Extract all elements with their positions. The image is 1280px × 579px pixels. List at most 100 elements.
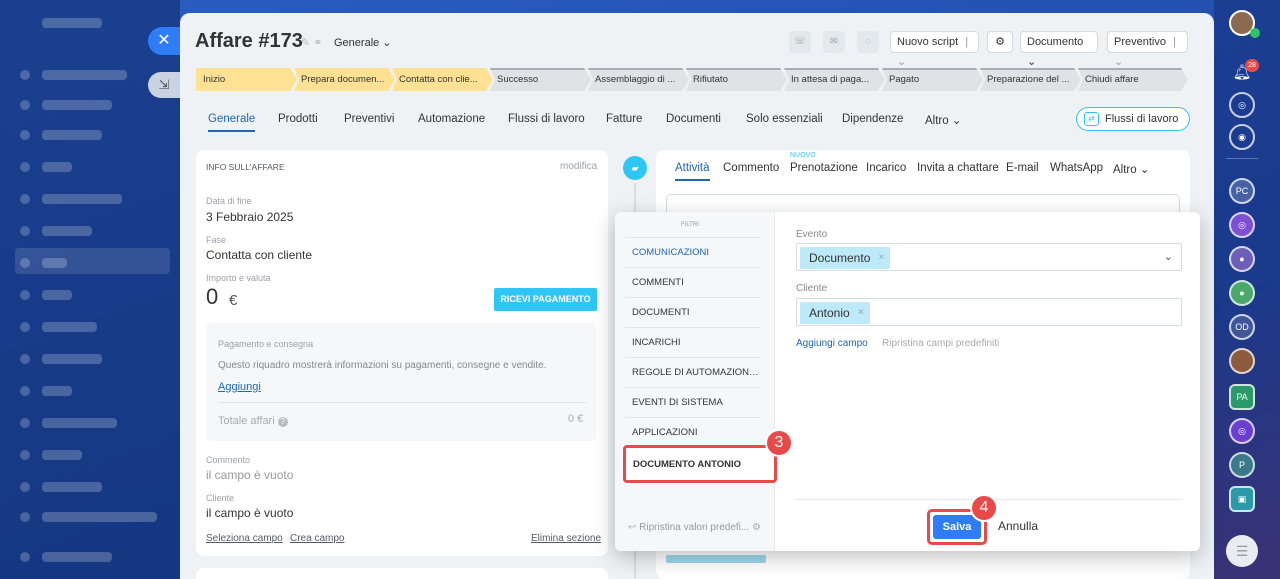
edit-link[interactable]: modifica [560, 161, 597, 172]
timeline-chat-icon: ▰ [623, 156, 647, 180]
minimize-slider-button[interactable]: ⇲ [148, 72, 180, 98]
workflow-icon: ⇄ [1084, 112, 1099, 126]
activity-tab-commento[interactable]: Commento [723, 162, 779, 174]
delete-section-link[interactable]: Elimina sezione [531, 533, 601, 544]
stage-value: Contatta con cliente [206, 248, 313, 262]
stage-contatta[interactable]: Contatta con clie... [392, 68, 493, 91]
preset-regole[interactable]: REGOLE DI AUTOMAZIONE E... [632, 367, 762, 378]
category-select[interactable]: Generale ⌄ [334, 36, 392, 49]
target-icon[interactable]: ◎ [1229, 92, 1255, 118]
contact-p[interactable]: P [1229, 452, 1255, 478]
activity-tab-invita[interactable]: Invita a chattare [917, 162, 999, 174]
workflows-button[interactable]: ⇄ Flussi di lavoro [1076, 107, 1190, 131]
group-icon[interactable]: ● [1229, 246, 1255, 272]
stage-assemblaggio[interactable]: Assemblaggio di ... [588, 68, 689, 91]
tab-automazione[interactable]: Automazione [418, 113, 485, 125]
activity-tab-email[interactable]: E-mail [1006, 162, 1039, 174]
stage-prepara[interactable]: Prepara documen... [294, 68, 395, 91]
contact-od[interactable]: OD [1229, 314, 1255, 340]
preset-commenti[interactable]: COMMENTI [632, 277, 762, 288]
stage-chiudi[interactable]: Chiudi affare [1078, 68, 1188, 91]
activity-tab-altro[interactable]: Altro ⌄ [1113, 162, 1149, 176]
activity-tab-incarico[interactable]: Incarico [866, 162, 906, 174]
chat-icon[interactable]: ◉ [1229, 124, 1255, 150]
event-chip: Documento × [800, 247, 891, 269]
chat-icon[interactable]: ◌ [857, 31, 879, 53]
reset-fields-link[interactable]: Ripristina campi predefiniti [882, 338, 999, 349]
tab-fatture[interactable]: Fatture [606, 113, 642, 125]
contact-pa[interactable]: PA [1229, 384, 1255, 410]
section-title: INFO SULL'AFFARE [206, 162, 285, 172]
tab-altro[interactable]: Altro ⌄ [925, 113, 961, 127]
amount-label: Importo e valuta [206, 273, 271, 283]
open-channel-icon-2[interactable]: ◎ [1229, 418, 1255, 444]
tab-prodotti[interactable]: Prodotti [278, 113, 318, 125]
contact-pc[interactable]: PC [1229, 178, 1255, 204]
preset-documenti[interactable]: DOCUMENTI [632, 307, 762, 318]
amount-value: 0 [206, 284, 219, 309]
open-channel-icon[interactable]: ◎ [1229, 212, 1255, 238]
phone-icon[interactable]: ☏ [789, 31, 811, 53]
close-slider-button[interactable]: ✕ [148, 27, 180, 55]
help-icon[interactable]: ? [277, 417, 288, 427]
documento-button[interactable]: Documento ⌄ [1020, 31, 1098, 68]
cancel-button[interactable]: Annulla [998, 519, 1038, 533]
stage-inizio[interactable]: Inizio [196, 68, 297, 91]
preventivo-button[interactable]: Preventivo |⌄ [1107, 31, 1188, 68]
chevron-down-icon[interactable]: ⌄ [1164, 250, 1173, 263]
activity-tab-attivita[interactable]: Attività [675, 162, 710, 181]
save-button[interactable]: Salva [933, 515, 981, 539]
notification-count-badge: 28 [1245, 59, 1259, 72]
stage-pagato[interactable]: Pagato [882, 68, 983, 91]
task-icon[interactable]: ▣ [1229, 486, 1255, 512]
activity-input[interactable] [666, 194, 1180, 214]
settings-icon[interactable]: ⚙ [987, 31, 1013, 53]
new-script-button[interactable]: Nuovo script |⌄ [890, 31, 979, 68]
timeline-filter-popup: FILTRI COMUNICAZIONI COMMENTI DOCUMENTI … [615, 212, 1200, 551]
preset-eventi-sistema[interactable]: EVENTI DI SISTEMA [632, 397, 762, 408]
tab-dipendenze[interactable]: Dipendenze [842, 113, 903, 125]
gear-icon[interactable]: ⚙ [752, 522, 761, 533]
step-3-badge: 3 [765, 429, 793, 457]
add-field-link[interactable]: Aggiungi campo [796, 338, 868, 349]
mail-icon[interactable]: ✉ [823, 31, 845, 53]
activity-tab-prenotazione[interactable]: Prenotazione [790, 162, 858, 174]
tab-generale[interactable]: Generale [208, 113, 256, 132]
stage-successo[interactable]: Successo [490, 68, 591, 91]
create-field-link[interactable]: Crea campo [290, 533, 344, 544]
stage-attesa[interactable]: In attesa di paga... [784, 68, 885, 91]
timeline-filter-bar [666, 555, 766, 563]
tab-preventivi[interactable]: Preventivi [344, 113, 395, 125]
select-field-link[interactable]: Seleziona campo [206, 533, 283, 544]
comment-label: Commento [206, 455, 251, 465]
preset-documento-antonio[interactable]: DOCUMENTO ANTONIO [623, 445, 777, 483]
tab-flussi[interactable]: Flussi di lavoro [508, 113, 585, 125]
stage-rifiutato[interactable]: Rifiutato [686, 68, 787, 91]
stage-preparazione[interactable]: Preparazione del ... [980, 68, 1081, 91]
filter-title: FILTRI [681, 222, 699, 228]
receive-payment-button[interactable]: RICEVI PAGAMENTO [494, 288, 597, 311]
menu-icon[interactable]: ☰ [1226, 535, 1258, 567]
client-label: Cliente [206, 493, 235, 503]
comment-value: il campo è vuoto [206, 468, 294, 482]
pipeline-stages: Inizio Prepara documen... Contatta con c… [196, 68, 1196, 91]
preset-incarichi[interactable]: INCARICHI [632, 337, 762, 348]
tab-documenti[interactable]: Documenti [666, 113, 721, 125]
filter-presets: FILTRI COMUNICAZIONI COMMENTI DOCUMENTI … [615, 212, 777, 551]
preset-applicazioni[interactable]: APPLICAZIONI [632, 427, 762, 438]
total-deals-label: Totale affari ? [218, 415, 288, 427]
client-field[interactable]: Antonio × [796, 298, 1182, 326]
activity-tab-whatsapp[interactable]: WhatsApp [1050, 162, 1103, 174]
event-field[interactable]: Documento × ⌄ [796, 243, 1182, 271]
remove-chip-icon[interactable]: × [858, 302, 864, 324]
preset-comunicazioni[interactable]: COMUNICAZIONI [632, 247, 762, 258]
total-deals-value: 0 € [568, 413, 584, 425]
step-4-badge: 4 [970, 494, 998, 522]
group-icon-2[interactable]: ● [1229, 280, 1255, 306]
reset-defaults-link[interactable]: ↩ Ripristina valori predefi... ⚙ [628, 522, 761, 533]
add-payment-link[interactable]: Aggiungi [218, 381, 261, 393]
remove-chip-icon[interactable]: × [879, 247, 885, 269]
contact-avatar[interactable] [1229, 348, 1255, 374]
tab-solo-essenziali[interactable]: Solo essenziali [746, 113, 823, 125]
edit-title-icon[interactable]: ✎ ⚭ [301, 36, 323, 49]
